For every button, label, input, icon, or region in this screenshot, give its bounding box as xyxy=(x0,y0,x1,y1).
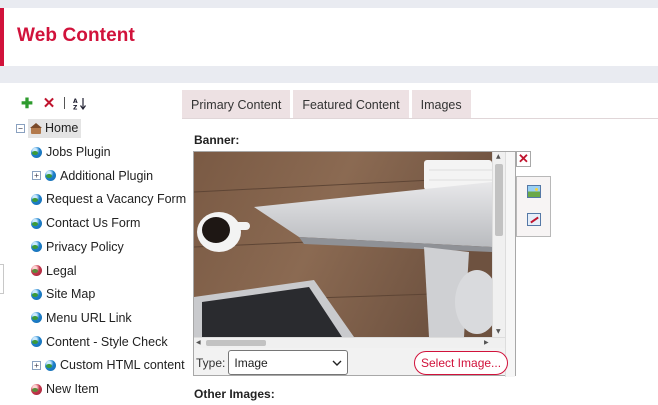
tree-item-label: Site Map xyxy=(46,287,96,302)
tree-item-label: New Item xyxy=(46,382,99,396)
svg-text:Z: Z xyxy=(73,104,78,110)
tree-item-label: Privacy Policy xyxy=(46,239,124,254)
tree-item[interactable]: + Additional Plugin xyxy=(32,166,153,186)
image-actions xyxy=(516,176,551,237)
delete-icon[interactable]: ✕ xyxy=(42,96,56,111)
tree-item[interactable]: Content - Style Check xyxy=(31,332,168,352)
remove-image-icon[interactable]: ✕ xyxy=(516,151,531,167)
type-row: Type: Image Select Image... xyxy=(194,349,515,376)
red-globe-icon xyxy=(31,265,42,276)
tree-item[interactable]: Jobs Plugin xyxy=(31,142,111,162)
image-picker-icon[interactable] xyxy=(527,185,541,198)
expand-icon[interactable]: + xyxy=(32,360,41,370)
tree-item[interactable]: Legal xyxy=(31,261,77,281)
scroll-down-icon[interactable]: ▼ xyxy=(496,328,501,335)
tree-toolbar: ✚ ✕ A Z xyxy=(20,95,87,111)
tree-item[interactable]: + Custom HTML content xyxy=(32,355,185,375)
globe-icon xyxy=(31,312,42,324)
tree-item-label: Custom HTML content xyxy=(60,358,185,373)
tree-item[interactable]: Request a Vacancy Form xyxy=(31,189,186,209)
collapse-icon[interactable]: − xyxy=(16,123,25,133)
tree-item-label: Legal xyxy=(46,263,77,278)
globe-icon xyxy=(45,359,56,371)
globe-icon xyxy=(31,193,42,205)
type-select[interactable]: Image xyxy=(228,350,349,375)
globe-icon xyxy=(31,241,42,253)
tab-featured-content[interactable]: Featured Content xyxy=(293,90,409,119)
tree-item[interactable]: Site Map xyxy=(31,284,95,304)
page-header: Web Content xyxy=(0,8,658,66)
vertical-scrollbar[interactable]: ▲ ▼ xyxy=(492,152,505,337)
scroll-up-icon[interactable]: ▲ xyxy=(496,153,501,160)
banner-label: Banner: xyxy=(194,133,240,147)
tab-images[interactable]: Images xyxy=(411,90,471,119)
tree-item-label: Menu URL Link xyxy=(46,310,132,325)
globe-icon xyxy=(31,336,42,348)
horizontal-scroll-thumb[interactable] xyxy=(206,340,266,346)
banner-image-frame: ▲ ▼ ◀ ▶ Type: Image Select Image... xyxy=(193,151,516,377)
sort-icon[interactable]: A Z xyxy=(73,96,87,110)
edit-image-icon[interactable] xyxy=(527,213,541,226)
globe-icon xyxy=(45,170,56,182)
top-strip xyxy=(0,0,658,8)
page-title: Web Content xyxy=(17,25,135,46)
frame-edge xyxy=(505,152,515,377)
tree-item-label: Content - Style Check xyxy=(46,334,168,349)
tree-item-label: Contact Us Form xyxy=(46,216,141,231)
add-icon[interactable]: ✚ xyxy=(20,96,34,110)
scroll-right-icon[interactable]: ▶ xyxy=(484,339,489,346)
tree-item[interactable]: New Item xyxy=(31,379,99,399)
type-select-value: Image xyxy=(234,355,268,370)
tab-divider xyxy=(182,118,658,119)
collapse-handle[interactable] xyxy=(0,264,4,294)
toolbar-divider xyxy=(64,97,65,109)
globe-icon xyxy=(31,146,42,158)
red-globe-icon xyxy=(31,383,42,395)
tree-item-label: Request a Vacancy Form xyxy=(46,192,187,207)
other-images-label: Other Images: xyxy=(194,387,275,401)
globe-icon xyxy=(31,217,42,229)
vertical-scroll-thumb[interactable] xyxy=(495,164,503,236)
select-image-button[interactable]: Select Image... xyxy=(414,351,509,375)
tree-root-label[interactable]: Home xyxy=(28,118,82,138)
tree-item[interactable]: Contact Us Form xyxy=(31,213,140,233)
horizontal-scrollbar[interactable]: ◀ ▶ xyxy=(194,337,505,348)
scroll-left-icon[interactable]: ◀ xyxy=(196,339,201,346)
tree-item[interactable]: Menu URL Link xyxy=(31,308,132,328)
tree-item[interactable]: Privacy Policy xyxy=(31,237,124,257)
chevron-down-icon xyxy=(332,358,342,368)
expand-icon[interactable]: + xyxy=(32,171,41,181)
globe-icon xyxy=(31,288,42,300)
tree-item-label: Additional Plugin xyxy=(60,168,154,183)
home-icon xyxy=(30,122,42,134)
banner-image xyxy=(194,152,492,337)
type-label: Type: xyxy=(196,355,226,370)
tab-primary-content[interactable]: Primary Content xyxy=(182,90,291,119)
tree-item-label: Jobs Plugin xyxy=(46,145,111,159)
content-tabs: Primary Content Featured Content Images xyxy=(182,90,471,119)
tree-root[interactable]: − Home xyxy=(16,118,82,138)
